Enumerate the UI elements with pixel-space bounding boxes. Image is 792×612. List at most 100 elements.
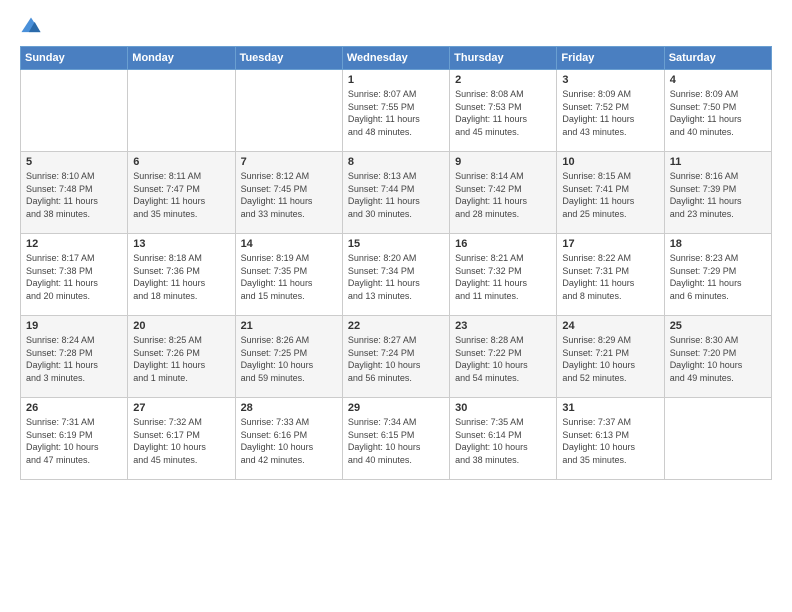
calendar-cell: 29 Sunrise: 7:34 AM Sunset: 6:15 PM Dayli… [342, 398, 449, 480]
calendar-cell: 9 Sunrise: 8:14 AM Sunset: 7:42 PM Daylig… [450, 152, 557, 234]
calendar-cell: 13 Sunrise: 8:18 AM Sunset: 7:36 PM Dayli… [128, 234, 235, 316]
calendar-week-row: 1 Sunrise: 8:07 AM Sunset: 7:55 PM Daylig… [21, 70, 772, 152]
day-info: Sunrise: 8:22 AM Sunset: 7:31 PM Dayligh… [562, 252, 658, 302]
calendar-cell: 17 Sunrise: 8:22 AM Sunset: 7:31 PM Dayli… [557, 234, 664, 316]
weekday-header: Thursday [450, 47, 557, 70]
day-number: 12 [26, 238, 122, 250]
page: SundayMondayTuesdayWednesdayThursdayFrid… [0, 0, 792, 612]
day-number: 30 [455, 402, 551, 414]
day-number: 6 [133, 156, 229, 168]
weekday-header: Monday [128, 47, 235, 70]
calendar-cell: 5 Sunrise: 8:10 AM Sunset: 7:48 PM Daylig… [21, 152, 128, 234]
calendar-cell [235, 70, 342, 152]
day-number: 8 [348, 156, 444, 168]
day-info: Sunrise: 8:21 AM Sunset: 7:32 PM Dayligh… [455, 252, 551, 302]
day-info: Sunrise: 7:37 AM Sunset: 6:13 PM Dayligh… [562, 416, 658, 466]
day-info: Sunrise: 8:16 AM Sunset: 7:39 PM Dayligh… [670, 170, 766, 220]
day-number: 22 [348, 320, 444, 332]
day-number: 28 [241, 402, 337, 414]
day-info: Sunrise: 8:19 AM Sunset: 7:35 PM Dayligh… [241, 252, 337, 302]
day-number: 19 [26, 320, 122, 332]
day-number: 18 [670, 238, 766, 250]
day-number: 1 [348, 74, 444, 86]
calendar-week-row: 5 Sunrise: 8:10 AM Sunset: 7:48 PM Daylig… [21, 152, 772, 234]
calendar-cell: 10 Sunrise: 8:15 AM Sunset: 7:41 PM Dayli… [557, 152, 664, 234]
weekday-header: Wednesday [342, 47, 449, 70]
day-info: Sunrise: 8:10 AM Sunset: 7:48 PM Dayligh… [26, 170, 122, 220]
calendar-cell: 30Sunrise: 7:35 AM Sunset: 6:14 PM Dayli… [450, 398, 557, 480]
day-info: Sunrise: 8:18 AM Sunset: 7:36 PM Dayligh… [133, 252, 229, 302]
day-number: 23 [455, 320, 551, 332]
calendar-cell: 8 Sunrise: 8:13 AM Sunset: 7:44 PM Daylig… [342, 152, 449, 234]
calendar-cell: 25 Sunrise: 8:30 AM Sunset: 7:20 PM Dayli… [664, 316, 771, 398]
calendar-cell: 14 Sunrise: 8:19 AM Sunset: 7:35 PM Dayli… [235, 234, 342, 316]
day-info: Sunrise: 8:25 AM Sunset: 7:26 PM Dayligh… [133, 334, 229, 384]
calendar-cell: 1 Sunrise: 8:07 AM Sunset: 7:55 PM Daylig… [342, 70, 449, 152]
day-info: Sunrise: 8:30 AM Sunset: 7:20 PM Dayligh… [670, 334, 766, 384]
day-number: 31 [562, 402, 658, 414]
day-number: 25 [670, 320, 766, 332]
calendar-cell: 21 Sunrise: 8:26 AM Sunset: 7:25 PM Dayli… [235, 316, 342, 398]
day-number: 26 [26, 402, 122, 414]
day-number: 13 [133, 238, 229, 250]
calendar-table: SundayMondayTuesdayWednesdayThursdayFrid… [20, 46, 772, 480]
weekday-header: Saturday [664, 47, 771, 70]
logo-icon [20, 16, 42, 38]
day-info: Sunrise: 8:26 AM Sunset: 7:25 PM Dayligh… [241, 334, 337, 384]
calendar-cell: 11 Sunrise: 8:16 AM Sunset: 7:39 PM Dayli… [664, 152, 771, 234]
day-number: 10 [562, 156, 658, 168]
calendar-cell: 24 Sunrise: 8:29 AM Sunset: 7:21 PM Dayli… [557, 316, 664, 398]
calendar-cell: 7 Sunrise: 8:12 AM Sunset: 7:45 PM Daylig… [235, 152, 342, 234]
day-info: Sunrise: 7:32 AM Sunset: 6:17 PM Dayligh… [133, 416, 229, 466]
day-number: 29 [348, 402, 444, 414]
day-number: 5 [26, 156, 122, 168]
weekday-header: Sunday [21, 47, 128, 70]
day-info: Sunrise: 8:07 AM Sunset: 7:55 PM Dayligh… [348, 88, 444, 138]
day-number: 21 [241, 320, 337, 332]
calendar-week-row: 12 Sunrise: 8:17 AM Sunset: 7:38 PM Dayli… [21, 234, 772, 316]
day-info: Sunrise: 8:20 AM Sunset: 7:34 PM Dayligh… [348, 252, 444, 302]
day-info: Sunrise: 8:17 AM Sunset: 7:38 PM Dayligh… [26, 252, 122, 302]
calendar-cell: 16Sunrise: 8:21 AM Sunset: 7:32 PM Dayli… [450, 234, 557, 316]
calendar-cell: 15 Sunrise: 8:20 AM Sunset: 7:34 PM Dayli… [342, 234, 449, 316]
day-info: Sunrise: 8:12 AM Sunset: 7:45 PM Dayligh… [241, 170, 337, 220]
day-number: 24 [562, 320, 658, 332]
logo [20, 16, 46, 38]
calendar-cell: 28 Sunrise: 7:33 AM Sunset: 6:16 PM Dayli… [235, 398, 342, 480]
day-info: Sunrise: 8:13 AM Sunset: 7:44 PM Dayligh… [348, 170, 444, 220]
day-number: 27 [133, 402, 229, 414]
day-number: 4 [670, 74, 766, 86]
day-info: Sunrise: 7:33 AM Sunset: 6:16 PM Dayligh… [241, 416, 337, 466]
day-number: 9 [455, 156, 551, 168]
calendar-cell: 31 Sunrise: 7:37 AM Sunset: 6:13 PM Dayli… [557, 398, 664, 480]
day-info: Sunrise: 8:24 AM Sunset: 7:28 PM Dayligh… [26, 334, 122, 384]
day-info: Sunrise: 8:15 AM Sunset: 7:41 PM Dayligh… [562, 170, 658, 220]
calendar-cell: 3 Sunrise: 8:09 AM Sunset: 7:52 PM Daylig… [557, 70, 664, 152]
calendar-cell: 20 Sunrise: 8:25 AM Sunset: 7:26 PM Dayli… [128, 316, 235, 398]
calendar-cell: 19 Sunrise: 8:24 AM Sunset: 7:28 PM Dayli… [21, 316, 128, 398]
day-number: 20 [133, 320, 229, 332]
day-number: 15 [348, 238, 444, 250]
weekday-header: Friday [557, 47, 664, 70]
calendar-cell: 22Sunrise: 8:27 AM Sunset: 7:24 PM Dayli… [342, 316, 449, 398]
day-info: Sunrise: 8:29 AM Sunset: 7:21 PM Dayligh… [562, 334, 658, 384]
calendar-week-row: 26 Sunrise: 7:31 AM Sunset: 6:19 PM Dayli… [21, 398, 772, 480]
calendar-cell [664, 398, 771, 480]
calendar-cell [128, 70, 235, 152]
calendar-cell: 26 Sunrise: 7:31 AM Sunset: 6:19 PM Dayli… [21, 398, 128, 480]
weekday-header: Tuesday [235, 47, 342, 70]
day-number: 14 [241, 238, 337, 250]
day-info: Sunrise: 8:14 AM Sunset: 7:42 PM Dayligh… [455, 170, 551, 220]
day-info: Sunrise: 7:34 AM Sunset: 6:15 PM Dayligh… [348, 416, 444, 466]
day-info: Sunrise: 8:08 AM Sunset: 7:53 PM Dayligh… [455, 88, 551, 138]
calendar-cell [21, 70, 128, 152]
day-number: 11 [670, 156, 766, 168]
day-number: 7 [241, 156, 337, 168]
day-number: 3 [562, 74, 658, 86]
day-number: 17 [562, 238, 658, 250]
calendar-cell: 2Sunrise: 8:08 AM Sunset: 7:53 PM Daylig… [450, 70, 557, 152]
day-info: Sunrise: 8:09 AM Sunset: 7:52 PM Dayligh… [562, 88, 658, 138]
day-info: Sunrise: 8:23 AM Sunset: 7:29 PM Dayligh… [670, 252, 766, 302]
day-info: Sunrise: 7:31 AM Sunset: 6:19 PM Dayligh… [26, 416, 122, 466]
day-info: Sunrise: 8:11 AM Sunset: 7:47 PM Dayligh… [133, 170, 229, 220]
